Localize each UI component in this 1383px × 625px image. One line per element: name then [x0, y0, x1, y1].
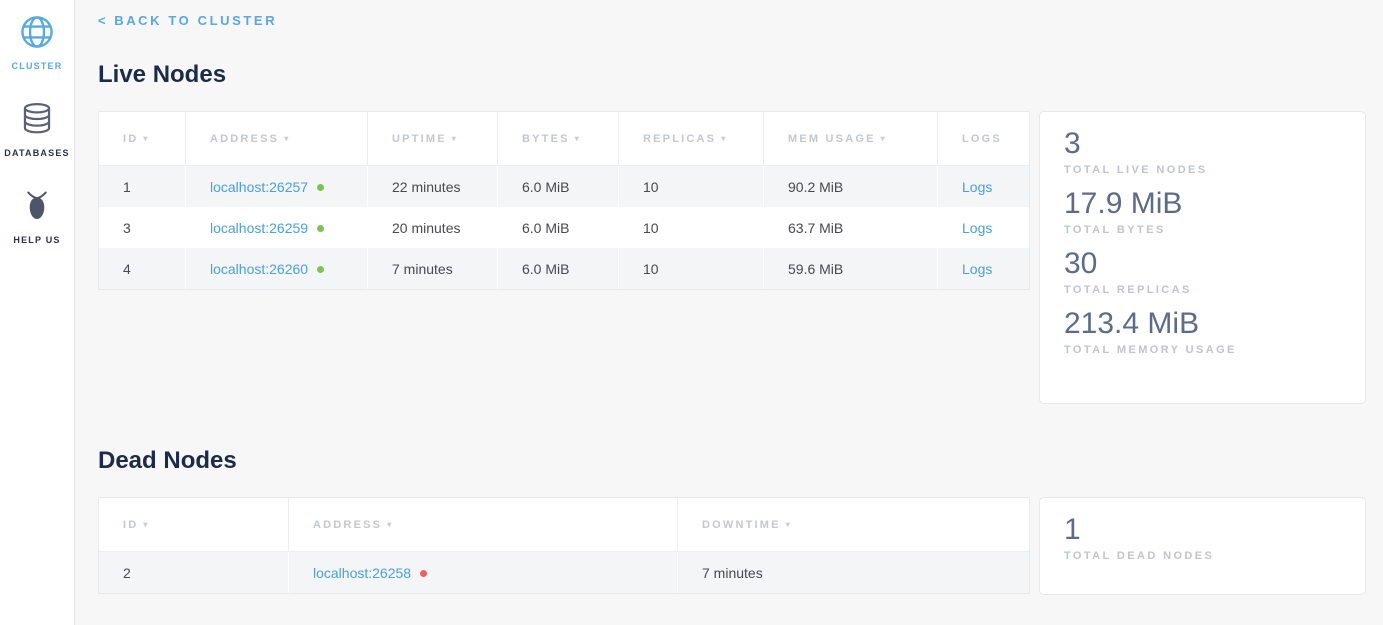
node-uptime-cell: 20 minutes [368, 207, 498, 248]
summary-stat: 17.9 MiB TOTAL BYTES [1064, 186, 1341, 236]
dead-status-dot-icon [420, 570, 427, 577]
node-logs-cell: Logs [938, 166, 1029, 207]
node-address-link[interactable]: localhost:26258 [313, 565, 411, 581]
column-header-logs: LOGS [938, 112, 1029, 166]
table-row: 4 localhost:26260 7 minutes 6.0 MiB 10 5… [99, 248, 1029, 289]
cockroach-bug-icon [0, 187, 74, 227]
node-bytes-cell: 6.0 MiB [498, 207, 619, 248]
node-replicas-cell: 10 [619, 248, 764, 289]
sort-arrow-icon: ▾ [143, 134, 149, 143]
dead-nodes-table: ID▾ ADDRESS▾ DOWNTIME▾ 2 localhost:26258… [98, 497, 1030, 594]
back-link-label: BACK TO CLUSTER [114, 13, 277, 28]
live-nodes-table: ID▾ ADDRESS▾ UPTIME▾ BYTES▾ REPLICAS▾ ME… [98, 111, 1030, 290]
summary-stat: 213.4 MiB TOTAL MEMORY USAGE [1064, 306, 1341, 356]
live-nodes-section: ID▾ ADDRESS▾ UPTIME▾ BYTES▾ REPLICAS▾ ME… [98, 111, 1366, 404]
live-status-dot-icon [317, 225, 324, 232]
sort-arrow-icon: ▾ [452, 134, 458, 143]
stat-value: 30 [1064, 246, 1341, 282]
sidebar-item-help-us[interactable]: HELP US [0, 187, 74, 248]
node-address-cell: localhost:26259 [186, 207, 368, 248]
node-uptime-cell: 22 minutes [368, 166, 498, 207]
live-status-dot-icon [317, 184, 324, 191]
node-bytes-cell: 6.0 MiB [498, 248, 619, 289]
node-mem-usage-cell: 90.2 MiB [764, 166, 938, 207]
node-address-link[interactable]: localhost:26259 [210, 220, 308, 236]
back-to-cluster-link[interactable]: < BACK TO CLUSTER [98, 13, 277, 28]
node-address-link[interactable]: localhost:26257 [210, 179, 308, 195]
sidebar-item-label: DATABASES [4, 148, 69, 158]
column-header-address[interactable]: ADDRESS▾ [186, 112, 368, 166]
sidebar-item-label: CLUSTER [12, 61, 63, 71]
node-uptime-cell: 7 minutes [368, 248, 498, 289]
node-id-cell: 4 [99, 248, 186, 289]
globe-icon [0, 13, 74, 53]
node-address-cell: localhost:26258 [289, 552, 678, 593]
column-header-id[interactable]: ID▾ [99, 498, 289, 552]
stat-value: 17.9 MiB [1064, 186, 1341, 222]
node-bytes-cell: 6.0 MiB [498, 166, 619, 207]
summary-stat: 3 TOTAL LIVE NODES [1064, 126, 1341, 176]
sort-arrow-icon: ▾ [575, 134, 581, 143]
live-table-header-row: ID▾ ADDRESS▾ UPTIME▾ BYTES▾ REPLICAS▾ ME… [99, 112, 1029, 166]
stat-label: TOTAL BYTES [1064, 224, 1341, 236]
node-id-cell: 1 [99, 166, 186, 207]
sort-arrow-icon: ▾ [721, 134, 727, 143]
node-address-cell: localhost:26260 [186, 248, 368, 289]
column-header-id[interactable]: ID▾ [99, 112, 186, 166]
logs-link[interactable]: Logs [962, 179, 992, 195]
node-address-cell: localhost:26257 [186, 166, 368, 207]
summary-stat: 1 TOTAL DEAD NODES [1064, 512, 1341, 562]
column-header-bytes[interactable]: BYTES▾ [498, 112, 619, 166]
sort-arrow-icon: ▾ [387, 520, 393, 529]
stat-value: 1 [1064, 512, 1341, 548]
live-status-dot-icon [317, 266, 324, 273]
logs-link[interactable]: Logs [962, 220, 992, 236]
back-chevron-icon: < [98, 13, 108, 28]
node-mem-usage-cell: 63.7 MiB [764, 207, 938, 248]
stat-label: TOTAL LIVE NODES [1064, 164, 1341, 176]
sort-arrow-icon: ▾ [284, 134, 290, 143]
stat-label: TOTAL REPLICAS [1064, 284, 1341, 296]
main-content: < BACK TO CLUSTER Live Nodes ID▾ ADDRESS▾… [76, 0, 1383, 625]
column-header-mem-usage[interactable]: MEM USAGE▾ [764, 112, 938, 166]
node-replicas-cell: 10 [619, 207, 764, 248]
sidebar-item-databases[interactable]: DATABASES [0, 100, 74, 161]
dead-nodes-section: ID▾ ADDRESS▾ DOWNTIME▾ 2 localhost:26258… [98, 497, 1366, 595]
stat-label: TOTAL DEAD NODES [1064, 550, 1341, 562]
sort-arrow-icon: ▾ [143, 520, 149, 529]
dead-nodes-summary-card: 1 TOTAL DEAD NODES [1039, 497, 1366, 595]
node-logs-cell: Logs [938, 248, 1029, 289]
node-replicas-cell: 10 [619, 166, 764, 207]
node-address-link[interactable]: localhost:26260 [210, 261, 308, 277]
column-header-replicas[interactable]: REPLICAS▾ [619, 112, 764, 166]
sort-arrow-icon: ▾ [881, 134, 887, 143]
node-id-cell: 2 [99, 552, 289, 593]
column-header-uptime[interactable]: UPTIME▾ [368, 112, 498, 166]
live-nodes-title: Live Nodes [98, 61, 1366, 89]
sidebar-item-cluster[interactable]: CLUSTER [0, 13, 74, 74]
sort-arrow-icon: ▾ [786, 520, 792, 529]
sidebar-item-label: HELP US [13, 235, 60, 245]
dead-table-header-row: ID▾ ADDRESS▾ DOWNTIME▾ [99, 498, 1029, 552]
sidebar: CLUSTER DATABASES HELP US [0, 0, 75, 625]
stat-value: 3 [1064, 126, 1341, 162]
node-mem-usage-cell: 59.6 MiB [764, 248, 938, 289]
table-row: 3 localhost:26259 20 minutes 6.0 MiB 10 … [99, 207, 1029, 248]
stat-value: 213.4 MiB [1064, 306, 1341, 342]
node-id-cell: 3 [99, 207, 186, 248]
summary-stat: 30 TOTAL REPLICAS [1064, 246, 1341, 296]
table-row: 2 localhost:26258 7 minutes [99, 552, 1029, 593]
column-header-downtime[interactable]: DOWNTIME▾ [678, 498, 1029, 552]
stat-label: TOTAL MEMORY USAGE [1064, 344, 1341, 356]
table-row: 1 localhost:26257 22 minutes 6.0 MiB 10 … [99, 166, 1029, 207]
node-logs-cell: Logs [938, 207, 1029, 248]
logs-link[interactable]: Logs [962, 261, 992, 277]
column-header-address[interactable]: ADDRESS▾ [289, 498, 678, 552]
live-nodes-summary-card: 3 TOTAL LIVE NODES 17.9 MiB TOTAL BYTES … [1039, 111, 1366, 404]
database-stack-icon [0, 100, 74, 140]
node-downtime-cell: 7 minutes [678, 552, 1029, 593]
dead-nodes-title: Dead Nodes [98, 447, 1366, 475]
